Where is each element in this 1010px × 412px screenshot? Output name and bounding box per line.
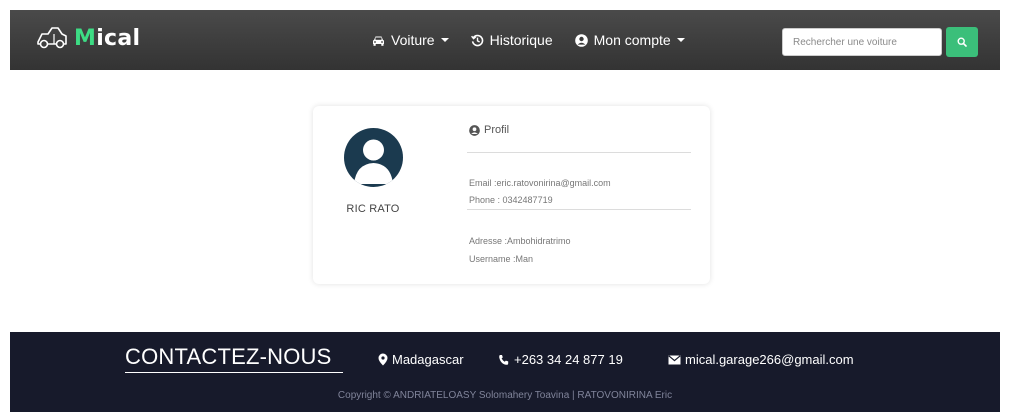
search-icon — [957, 37, 967, 47]
footer: CONTACTEZ-NOUS Madagascar +263 34 24 877… — [10, 332, 1000, 412]
contact-title-underline — [125, 372, 343, 373]
page: Mical Voiture Historique Mon compte Rech… — [0, 0, 1010, 412]
location-pin-icon — [378, 353, 388, 366]
chevron-down-icon — [676, 38, 685, 42]
profile-phone: Phone : 0342487719 — [469, 195, 553, 205]
nav-item-voiture-label: Voiture — [391, 32, 435, 48]
copyright: Copyright © ANDRIATELOASY Solomahery Toa… — [337, 390, 673, 401]
profile-section-title: Profil — [469, 124, 509, 136]
nav-item-mon-compte-label: Mon compte — [593, 32, 671, 48]
nav-item-mon-compte[interactable]: Mon compte — [574, 32, 685, 48]
nav-item-historique-label: Historique — [489, 32, 553, 48]
divider — [467, 152, 691, 153]
footer-phone-text: +263 34 24 877 19 — [514, 352, 623, 367]
footer-email[interactable]: mical.garage266@gmail.com — [668, 352, 854, 367]
footer-email-text: mical.garage266@gmail.com — [685, 352, 854, 367]
footer-location: Madagascar — [378, 352, 464, 367]
phone-icon — [499, 354, 509, 365]
divider — [467, 209, 691, 210]
car-outline-icon — [37, 27, 67, 49]
user-circle-icon — [469, 124, 480, 136]
envelope-icon — [668, 354, 681, 364]
profile-username: Username :Man — [469, 254, 534, 264]
brand-name-rest: ical — [96, 25, 141, 51]
chevron-down-icon — [440, 38, 449, 42]
nav-menu: Voiture Historique Mon compte — [372, 10, 707, 70]
nav-item-voiture[interactable]: Voiture — [372, 32, 449, 48]
footer-location-text: Madagascar — [392, 352, 464, 367]
nav-item-historique[interactable]: Historique — [470, 32, 553, 48]
brand[interactable]: Mical — [34, 22, 140, 54]
search-button[interactable] — [946, 27, 978, 57]
contact-title: CONTACTEZ-NOUS — [125, 344, 332, 369]
brand-name: Mical — [74, 26, 140, 51]
brand-letter-m: M — [74, 25, 97, 51]
footer-phone[interactable]: +263 34 24 877 19 — [498, 352, 623, 367]
user-circle-icon — [574, 33, 588, 47]
car-icon — [373, 36, 384, 46]
profile-email: Email :eric.ratovonirina@gmail.com — [469, 178, 611, 188]
user-name: RIC RATO — [346, 203, 400, 215]
profile-address: Adresse :Ambohidratrimo — [469, 236, 571, 246]
navbar: Mical Voiture Historique Mon compte Rech… — [10, 10, 1000, 70]
search-input[interactable] — [782, 28, 942, 56]
profile-card: RIC RATO Profil Email :eric.ratovonirina… — [313, 106, 710, 284]
profile-section-title-text: Profil — [484, 124, 510, 136]
history-icon — [470, 34, 483, 46]
user-avatar-icon — [344, 128, 403, 187]
